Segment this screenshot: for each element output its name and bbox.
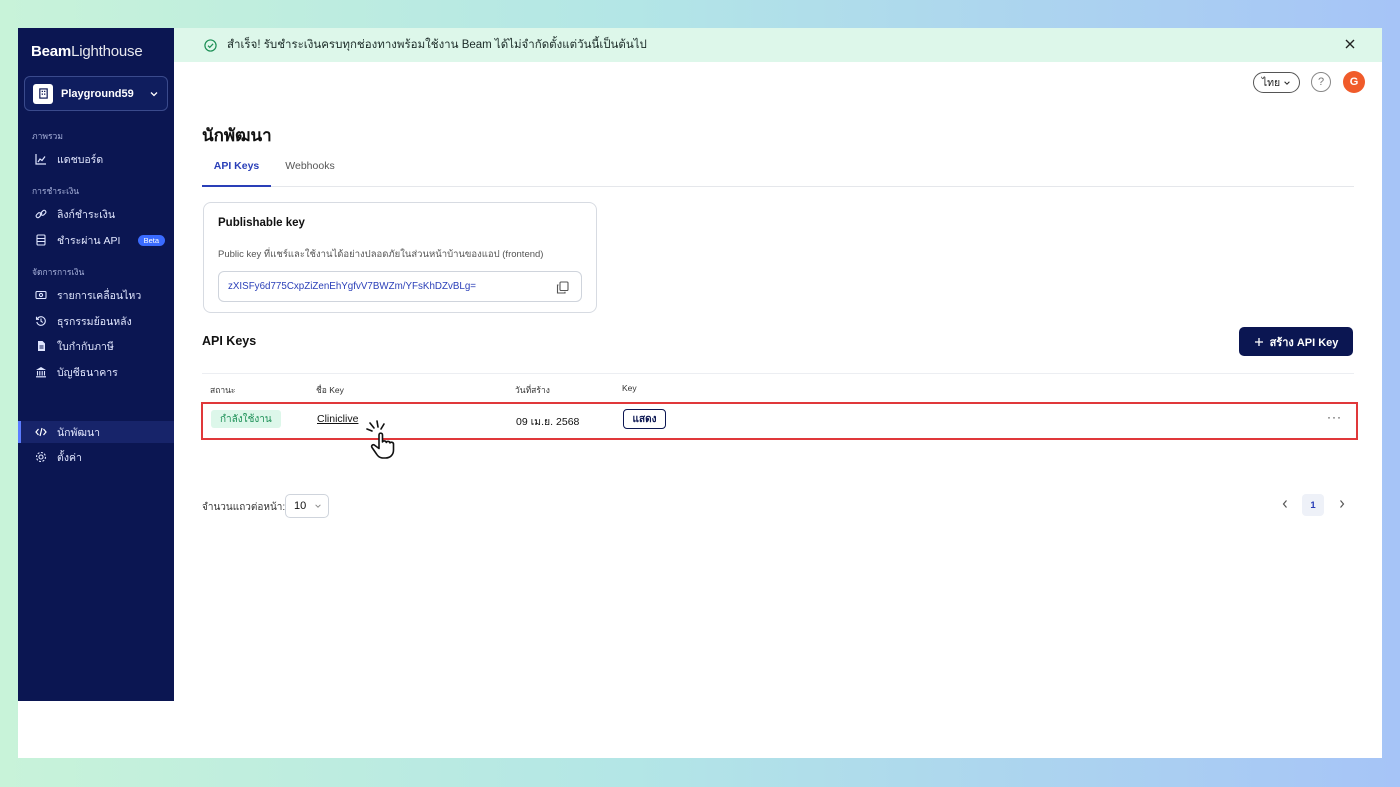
sidebar-item-label: รายการเคลื่อนไหว: [57, 289, 142, 302]
rows-per-page-label: จำนวนแถวต่อหน้า:: [202, 502, 286, 513]
help-button[interactable]: ?: [1311, 72, 1331, 92]
publishable-key-value: zXISFy6d775CxpZiZenEhYgfvV7BWZm/YFsKhDZv…: [228, 281, 477, 292]
show-key-button[interactable]: แสดง: [623, 409, 666, 429]
table-header: สถานะ ชื่อ Key วันที่สร้าง Key: [202, 373, 1354, 399]
sidebar-item-dashboard[interactable]: แดชบอร์ด: [18, 148, 174, 170]
publishable-key-title: Publishable key: [218, 217, 305, 229]
document-icon: [35, 340, 47, 352]
workspace-name: Playground59: [61, 87, 134, 100]
nav-group-finance: จัดการการเงิน: [32, 267, 85, 277]
tab-webhooks[interactable]: Webhooks: [284, 159, 336, 187]
sidebar-item-label: นักพัฒนา: [57, 426, 101, 439]
workspace-switcher[interactable]: Playground59: [24, 76, 168, 111]
rows-per-page-select[interactable]: 10: [285, 494, 329, 518]
status-badge: กำลังใช้งาน: [211, 410, 281, 428]
chevron-down-icon: [315, 504, 321, 508]
money-icon: [35, 289, 47, 301]
chevron-down-icon: [150, 91, 158, 96]
link-icon: [35, 208, 47, 220]
next-page-button[interactable]: [1336, 497, 1348, 511]
create-api-key-button[interactable]: สร้าง API Key: [1239, 327, 1353, 356]
close-icon[interactable]: [1344, 38, 1356, 50]
column-key-name: ชื่อ Key: [316, 385, 344, 395]
success-banner: สำเร็จ! รับชำระเงินครบทุกช่องทางพร้อมใช้…: [174, 28, 1382, 62]
column-status: สถานะ: [210, 385, 236, 395]
sidebar-item-tax-invoices[interactable]: ใบกำกับภาษี: [18, 335, 174, 357]
code-icon: [35, 426, 47, 438]
created-date: 09 เม.ย. 2568: [516, 416, 580, 428]
create-api-key-label: สร้าง API Key: [1269, 336, 1339, 349]
sidebar: BeamLighthouse Playground59 ภาพรวม แดชบอ…: [18, 28, 174, 701]
sidebar-item-bank-accounts[interactable]: บัญชีธนาคาร: [18, 361, 174, 383]
publishable-key-field[interactable]: zXISFy6d775CxpZiZenEhYgfvV7BWZm/YFsKhDZv…: [218, 271, 582, 302]
sidebar-item-payment-links[interactable]: ลิงก์ชำระเงิน: [18, 203, 174, 225]
app-frame: BeamLighthouse Playground59 ภาพรวม แดชบอ…: [18, 28, 1382, 758]
sidebar-item-history[interactable]: ธุรกรรมย้อนหลัง: [18, 310, 174, 332]
publishable-key-card: Publishable key Public key ที่แชร์และใช้…: [203, 202, 597, 313]
page-title: นักพัฒนา: [202, 126, 272, 145]
building-icon: [33, 83, 53, 104]
language-label: ไทย: [1261, 77, 1281, 89]
sidebar-item-settings[interactable]: ตั้งค่า: [18, 446, 174, 468]
publishable-key-description: Public key ที่แชร์และใช้งานได้อย่างปลอดภ…: [218, 249, 544, 260]
nav-group-overview: ภาพรวม: [32, 131, 63, 141]
banner-text: สำเร็จ! รับชำระเงินครบทุกช่องทางพร้อมใช้…: [227, 39, 647, 51]
plus-icon: [1254, 337, 1263, 346]
sidebar-item-developer[interactable]: นักพัฒนา: [18, 421, 174, 443]
sidebar-item-transactions[interactable]: รายการเคลื่อนไหว: [18, 284, 174, 306]
chevron-down-icon: [1284, 80, 1290, 85]
history-icon: [35, 315, 47, 327]
sidebar-item-label: ใบกำกับภาษี: [57, 340, 114, 353]
prev-page-button[interactable]: [1279, 497, 1291, 511]
sidebar-item-label: ชำระผ่าน API: [57, 234, 121, 247]
chevron-left-icon: [1282, 500, 1287, 508]
sidebar-item-label: แดชบอร์ด: [57, 153, 104, 166]
brand-logo[interactable]: BeamLighthouse: [31, 43, 143, 60]
column-key: Key: [622, 383, 637, 393]
hand-pointer-icon: [366, 420, 395, 459]
gear-icon: [35, 451, 47, 463]
beta-badge: Beta: [137, 234, 165, 246]
tab-bar: API Keys Webhooks: [202, 159, 1354, 187]
tab-api-keys[interactable]: API Keys: [202, 159, 271, 187]
language-select[interactable]: ไทย: [1253, 72, 1300, 93]
sidebar-item-pay-via-api[interactable]: ชำระผ่าน API Beta: [18, 229, 174, 251]
avatar[interactable]: G: [1343, 71, 1365, 93]
key-name-link[interactable]: Cliniclive: [317, 413, 358, 425]
rows-per-page-value: 10: [294, 500, 307, 512]
sidebar-item-label: ลิงก์ชำระเงิน: [57, 208, 116, 221]
chart-icon: [35, 153, 47, 165]
more-options-button[interactable]: ···: [1327, 410, 1342, 424]
api-keys-section-title: API Keys: [202, 334, 257, 348]
chevron-right-icon: [1340, 500, 1345, 508]
check-circle-icon: [204, 38, 217, 52]
sidebar-item-label: ธุรกรรมย้อนหลัง: [57, 315, 132, 328]
bank-icon: [35, 366, 47, 378]
copy-icon[interactable]: [556, 281, 569, 294]
sidebar-item-label: ตั้งค่า: [57, 451, 82, 464]
sidebar-item-label: บัญชีธนาคาร: [57, 366, 118, 379]
page-number-button[interactable]: 1: [1302, 494, 1324, 516]
database-icon: [35, 234, 47, 246]
column-created: วันที่สร้าง: [515, 385, 550, 395]
nav-group-payments: การชำระเงิน: [32, 186, 80, 196]
